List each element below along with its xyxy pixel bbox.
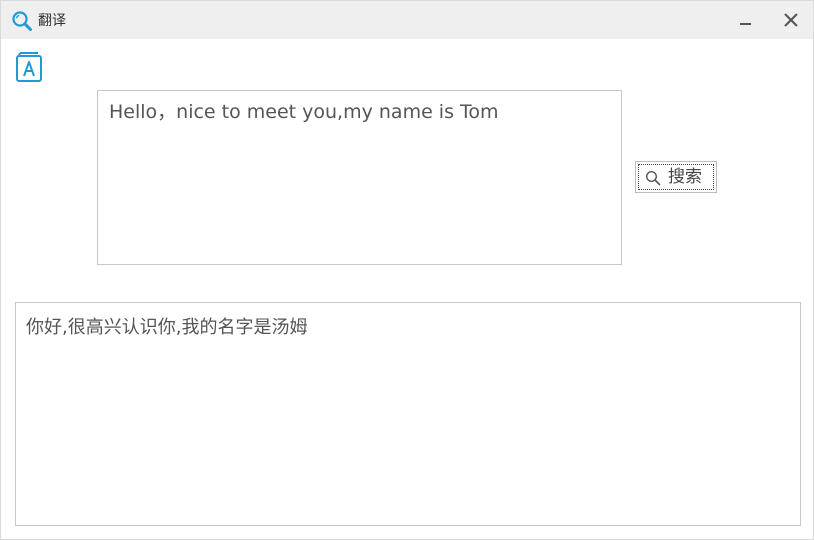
source-text[interactable]: Hello，nice to meet you,my name is Tom [109, 99, 613, 125]
search-icon [12, 11, 32, 31]
translator-window: 翻译 Hello，nice to meet you,my name is Tom… [0, 0, 814, 540]
window-title: 翻译 [38, 13, 66, 29]
close-icon[interactable] [781, 10, 801, 30]
title-bar[interactable]: 翻译 [1, 1, 813, 39]
translation-result-output[interactable]: 你好,很高兴认识你,我的名字是汤姆 [15, 302, 801, 526]
minimize-icon[interactable] [735, 10, 755, 30]
search-button[interactable]: 搜索 [635, 161, 717, 193]
source-text-input[interactable]: Hello，nice to meet you,my name is Tom [97, 90, 622, 265]
translate-book-icon[interactable] [15, 51, 43, 83]
search-button-label: 搜索 [668, 167, 702, 187]
search-icon [645, 170, 661, 186]
translation-result-text: 你好,很高兴认识你,我的名字是汤姆 [26, 317, 308, 338]
